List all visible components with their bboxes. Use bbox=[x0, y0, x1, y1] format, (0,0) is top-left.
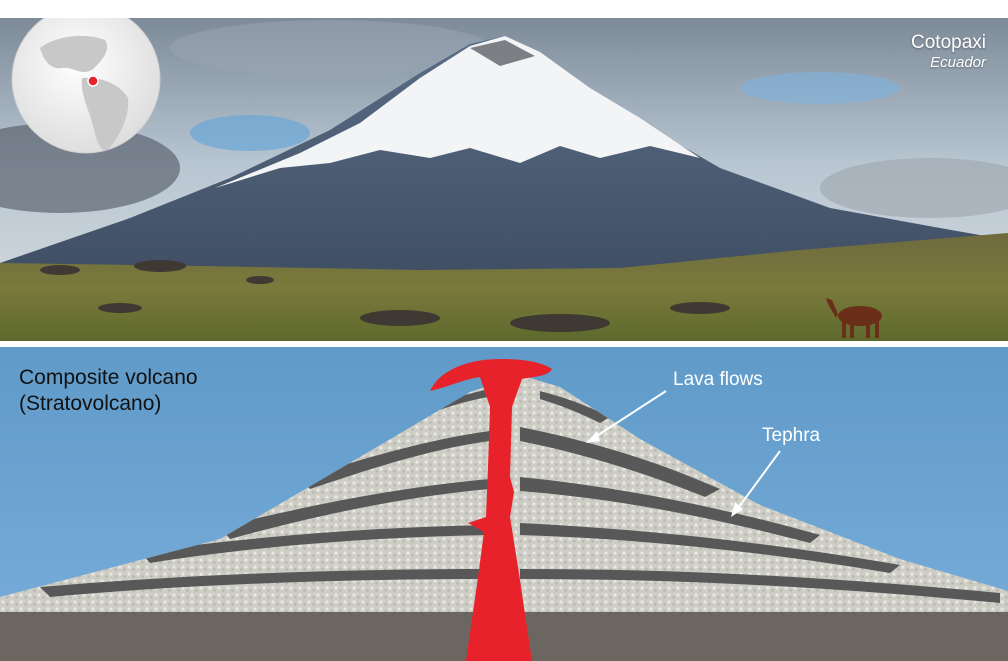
photo-illustration bbox=[0, 18, 1008, 341]
volcano-cross-section: Composite volcano (Stratovolcano) Lava f… bbox=[0, 347, 1008, 661]
diagram-title: Composite volcano (Stratovolcano) bbox=[19, 365, 198, 417]
location-pin-icon bbox=[87, 75, 99, 87]
diagram-title-line1: Composite volcano bbox=[19, 366, 198, 389]
country-name: Ecuador bbox=[930, 54, 986, 71]
volcano-name: Cotopaxi bbox=[911, 32, 986, 53]
tephra-label: Tephra bbox=[762, 425, 821, 446]
volcano-photo: Cotopaxi Ecuador bbox=[0, 18, 1008, 341]
lava-flows-label: Lava flows bbox=[673, 369, 763, 390]
diagram-title-line2: (Stratovolcano) bbox=[19, 392, 162, 415]
blue-sky-patch bbox=[190, 115, 310, 151]
photo-caption: Cotopaxi Ecuador bbox=[911, 32, 986, 72]
blue-sky-patch bbox=[740, 72, 900, 104]
